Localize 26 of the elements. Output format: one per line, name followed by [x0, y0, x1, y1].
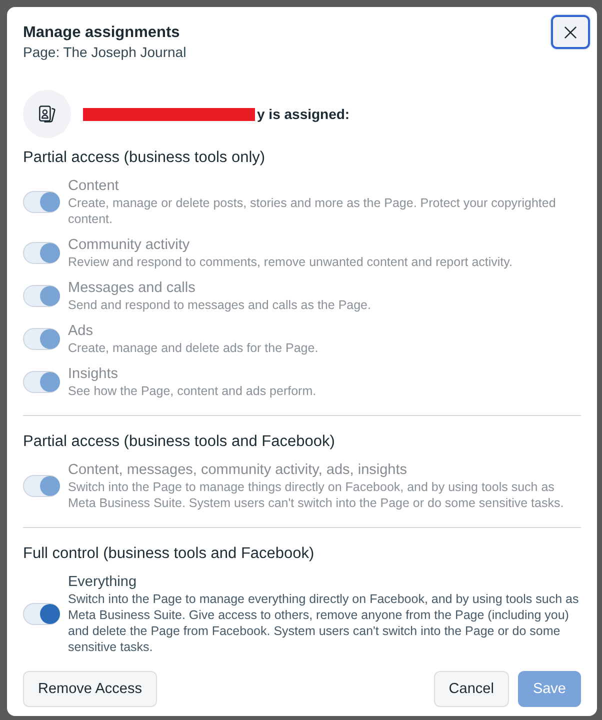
permission-description: Send and respond to messages and calls as the Page. — [68, 297, 372, 313]
permission-label: Community activity — [68, 236, 191, 254]
permission-description: Review and respond to comments, remove unwanted content and report activity. — [68, 254, 514, 270]
cancel-button[interactable]: Cancel — [434, 671, 509, 707]
permission-label: Content — [68, 177, 120, 195]
close-button[interactable] — [551, 15, 590, 49]
permission-description: Create, manage and delete ads for the Page. — [68, 340, 320, 356]
dialog-subtitle: Page: The Joseph Journal — [23, 43, 186, 61]
permission-label: Ads — [68, 322, 94, 340]
permission-label: Content, messages, community activity, ads, insights — [68, 461, 408, 479]
section-heading: Partial access (business tools only) — [23, 148, 266, 168]
permission-label: Everything — [68, 573, 138, 591]
section-heading: Partial access (business tools and Facebook) — [23, 432, 336, 452]
dialog-title: Manage assignments — [23, 23, 181, 43]
assignment-heading: y is assigned: — [257, 105, 350, 124]
close-icon — [564, 26, 577, 38]
permission-description: Create, manage or delete posts, stories and more as the Page. Protect your copyrighted content. — [68, 195, 557, 227]
permission-description: Switch into the Page to manage things directly on Facebook, and by using tools such as Meta Business Suite. System users can't switch into the Page or do some sensitive tasks. — [68, 479, 565, 511]
section-heading: Full control (business tools and Facebook) — [23, 544, 316, 564]
toggle-switch[interactable] — [23, 603, 60, 625]
permission-description: See how the Page, content and ads perform. — [68, 383, 318, 399]
remove-access-button[interactable]: Remove Access — [23, 671, 157, 707]
permission-description: Switch into the Page to manage everything directly on Facebook, and by using tools such as Meta Business Suite. Give access to others, remove anyone from the Page (including you) and delete the Page from Facebook. System users can't switch into the Page or do some sensitive tasks. — [68, 591, 580, 655]
id-card-icon — [23, 90, 71, 138]
permission-label: Insights — [68, 365, 119, 383]
permission-label: Messages and calls — [68, 279, 196, 297]
